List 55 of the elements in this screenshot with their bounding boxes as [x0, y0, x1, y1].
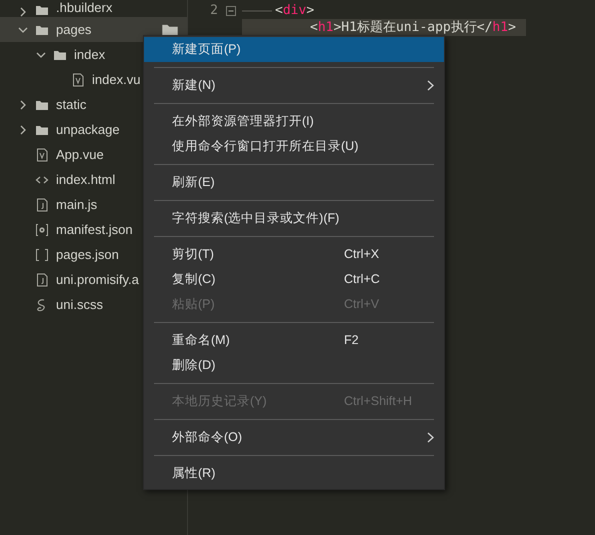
menu-item-label: 新建(N): [172, 77, 216, 94]
tree-item-label: manifest.json: [56, 220, 133, 239]
tree-item-label: main.js: [56, 196, 98, 214]
code-line: <div>: [242, 2, 324, 19]
menu-item[interactable]: 剪切(T) Ctrl+X: [144, 242, 444, 267]
gear-icon: [35, 222, 49, 236]
menu-item[interactable]: 字符搜索(选中目录或文件)(F): [144, 206, 444, 231]
line-number: 2: [209, 2, 218, 20]
menu-item-label: 在外部资源管理器打开(I): [172, 113, 314, 130]
shortcut-label: Ctrl+V: [344, 296, 380, 314]
menu-item[interactable]: 使用命令行窗口打开所在目录(U): [144, 134, 444, 159]
tree-item-label: unpackage: [56, 120, 120, 139]
tree-item-label: uni.scss: [56, 296, 103, 314]
file-icon: [71, 72, 85, 86]
tree-item-label: index.html: [56, 170, 116, 189]
menu-item-label: 新建页面(P): [172, 41, 241, 58]
menu-item-label: 重命名(M): [172, 332, 230, 350]
menu-item-label: 属性(R): [172, 465, 216, 482]
shortcut-label: Ctrl+C: [344, 271, 380, 288]
tree-item-label: pages: [56, 20, 92, 39]
file-icon: [35, 198, 49, 212]
tree-item-label: App.vue: [56, 146, 104, 164]
menu-item[interactable]: 刷新(E): [144, 170, 444, 195]
menu-item[interactable]: 属性(R): [144, 461, 444, 486]
menu-item[interactable]: 复制(C) Ctrl+C: [144, 267, 444, 292]
menu-item[interactable]: 删除(D): [144, 353, 444, 378]
menu-item-label: 本地历史记录(Y): [172, 393, 267, 410]
menu-item-label: 剪切(T): [172, 246, 214, 264]
menu-item[interactable]: 新建(N): [144, 73, 444, 98]
tree-item[interactable]: .hbuilderx: [0, 0, 187, 17]
menu-item[interactable]: 在外部资源管理器打开(I): [144, 109, 444, 134]
menu-item-label: 复制(C): [172, 271, 216, 288]
file-icon: [35, 148, 49, 162]
tree-item-label: pages.json: [56, 246, 119, 264]
menu-item-label: 使用命令行窗口打开所在目录(U): [172, 138, 358, 156]
tree-item-label: static: [56, 96, 86, 114]
brackets-icon: [35, 248, 49, 262]
shortcut-label: Ctrl+Shift+H: [344, 393, 412, 410]
tree-item-label: index: [74, 46, 106, 64]
tree-item-label: .hbuilderx: [56, 0, 112, 16]
tree-item-label: index.vu: [92, 70, 140, 89]
menu-item[interactable]: 新建页面(P): [144, 37, 444, 62]
shortcut-label: Ctrl+X: [344, 246, 380, 264]
menu-item-label: 字符搜索(选中目录或文件)(F): [172, 210, 340, 228]
menu-item-label: 删除(D): [172, 357, 216, 374]
menu-item-label: 外部命令(O): [172, 429, 242, 446]
menu-item-label: 刷新(E): [172, 174, 215, 192]
tree-item-label: uni.promisify.a: [56, 270, 139, 289]
whitespace-marker: [242, 8, 272, 12]
shortcut-label: F2: [344, 332, 359, 350]
menu-item[interactable]: 外部命令(O): [144, 425, 444, 450]
menu-item-label: 粘贴(P): [172, 296, 215, 314]
file-icon: [35, 272, 49, 286]
tree-item[interactable]: pages: [0, 17, 187, 42]
menu-item[interactable]: 重命名(M) F2: [144, 328, 444, 353]
